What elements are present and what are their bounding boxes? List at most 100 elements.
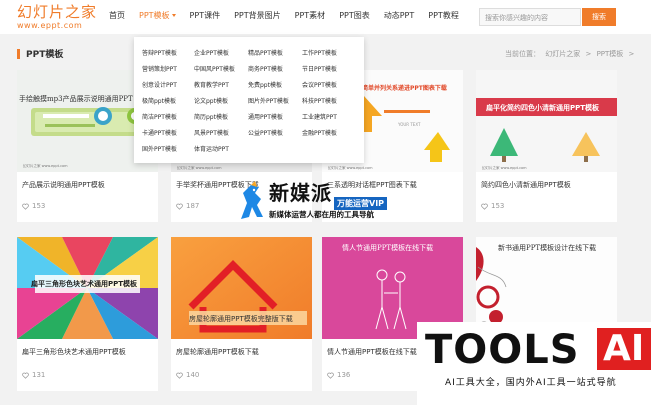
template-card[interactable]: 幻灯片之家 www.eppt.com 扁平化简约四色小清新通用PPT模板 简约四… [476, 70, 617, 222]
dropdown-item[interactable]: 企业PPT模板 [194, 48, 229, 57]
nav-ppt-templates[interactable]: PPT模板 [139, 10, 176, 21]
dropdown-item[interactable]: 中国风PPT模板 [194, 64, 235, 73]
breadcrumb: 当前位置： 幻灯片之家 > PPT模板 > [505, 49, 637, 59]
section-title: PPT模板 [17, 47, 63, 60]
card-likes: 136 [327, 371, 350, 379]
svg-text:幻灯片之家 www.eppt.com: 幻灯片之家 www.eppt.com [482, 165, 527, 170]
dropdown-item[interactable]: 创意设计PPT [142, 80, 177, 89]
card-likes: 153 [22, 202, 45, 210]
dropdown-item[interactable]: 营销策划PPT [142, 64, 177, 73]
nav-ppt-materials[interactable]: PPT素材 [295, 10, 326, 21]
dropdown-item[interactable]: 节日PPT模板 [302, 64, 337, 73]
thumb-text: 房屋轮廓通用PPT模板完整版下载 [189, 315, 293, 323]
breadcrumb-sep: > [585, 50, 592, 58]
likes-count: 153 [32, 202, 46, 210]
card-title[interactable]: 情人节通用PPT模板在线下载 [327, 347, 417, 357]
ppt-templates-dropdown: 答辩PPT模板 营销策划PPT 创意设计PPT 极简ppt模板 简洁PPT模板 … [134, 37, 364, 163]
breadcrumb-prefix: 当前位置： [505, 50, 540, 58]
heart-icon [481, 203, 488, 210]
thumb-text: 扁平化简约四色小清新通用PPT模板 [486, 104, 600, 112]
nav-ppt-backgrounds[interactable]: PPT背景图片 [234, 10, 281, 21]
dropdown-item[interactable]: 风景PPT模板 [194, 128, 229, 137]
dropdown-item[interactable]: 教育教学PPT [194, 80, 229, 89]
card-likes: 140 [176, 371, 199, 379]
horse-logo-icon [241, 181, 263, 219]
dropdown-item[interactable]: 工业建筑PPT [302, 112, 337, 121]
title-accent-bar [17, 48, 20, 59]
dropdown-item[interactable]: 通用PPT模板 [248, 112, 283, 121]
dropdown-item[interactable]: 会议PPT模板 [302, 80, 337, 89]
logo-url: www.eppt.com [17, 21, 83, 30]
card-title[interactable]: 产品展示说明通用PPT模板 [22, 180, 105, 190]
site-logo[interactable]: 幻灯片之家 www.eppt.com [17, 3, 97, 30]
likes-count: 131 [32, 371, 46, 379]
nav-ppt-courseware[interactable]: PPT课件 [190, 10, 221, 21]
thumb-text: 情人节通用PPT模板在线下载 [342, 244, 434, 252]
likes-count: 136 [337, 371, 351, 379]
template-card[interactable]: 扁平三角形色块艺术通用PPT模板 扁平三角形色块艺术通用PPT模板 131 [17, 237, 158, 391]
dropdown-item[interactable]: 答辩PPT模板 [142, 48, 177, 57]
breadcrumb-current[interactable]: PPT模板 [597, 50, 624, 58]
nav-ppt-tutorials[interactable]: PPT教程 [428, 10, 459, 21]
caret-down-icon [171, 14, 176, 17]
tools-ai-watermark: TOOLS AI AI工具大全，国内外AI工具一站式导航 [417, 322, 651, 405]
dropdown-item[interactable]: 免费ppt模板 [248, 80, 282, 89]
dropdown-item[interactable]: 图片外PPT模板 [248, 96, 289, 105]
card-likes: 131 [22, 371, 45, 379]
tools-word: TOOLS [425, 327, 580, 373]
thumb-text: 扁平三角形色块艺术通用PPT模板 [31, 280, 138, 288]
heart-icon [22, 372, 29, 379]
thumb-text: 手绘触摸mp3产品展示说明通用PPT [19, 95, 133, 103]
dropdown-item[interactable]: 国外PPT模板 [142, 144, 177, 153]
template-card[interactable]: 房屋轮廓通用PPT模板完整版下载 房屋轮廓通用PPT模板下载 140 [171, 237, 312, 391]
xinmeipai-subtitle: 新媒体运营人都在用的工具导航 [269, 210, 374, 219]
breadcrumb-home[interactable]: 幻灯片之家 [545, 50, 580, 58]
dropdown-item[interactable]: 金融PPT模板 [302, 128, 337, 137]
dropdown-item[interactable]: 极简ppt模板 [142, 96, 176, 105]
nav-ppt-charts[interactable]: PPT图表 [339, 10, 370, 21]
dropdown-item[interactable]: 商务PPT模板 [248, 64, 283, 73]
card-title[interactable]: 扁平三角形色块艺术通用PPT模板 [22, 347, 126, 357]
likes-count: 140 [186, 371, 200, 379]
section-title-text: PPT模板 [26, 50, 64, 60]
dropdown-item[interactable]: 精品PPT模板 [248, 48, 283, 57]
search-input[interactable]: 搜索你感兴趣的内容 [479, 8, 581, 26]
dropdown-item[interactable]: 论文ppt模板 [194, 96, 228, 105]
xinmeipai-watermark: 新媒派 万能运营VIP 新媒体运营人都在用的工具导航 [237, 177, 417, 225]
svg-text:幻灯片之家 www.eppt.com: 幻灯片之家 www.eppt.com [23, 163, 68, 168]
svg-text:幻灯片之家 www.eppt.com: 幻灯片之家 www.eppt.com [328, 165, 373, 170]
heart-icon [176, 372, 183, 379]
breadcrumb-sep-end: > [628, 50, 635, 58]
card-likes: 153 [481, 202, 504, 210]
nav-animated-ppt[interactable]: 动态PPT [384, 10, 415, 21]
nav-home[interactable]: 首页 [109, 10, 125, 21]
xinmeipai-name: 新媒派 [269, 181, 332, 205]
dropdown-item[interactable]: 科技PPT模板 [302, 96, 337, 105]
dropdown-item[interactable]: 简历ppt模板 [194, 112, 228, 121]
svg-text:YOUR TEXT: YOUR TEXT [397, 122, 421, 127]
main-nav: 首页 PPT模板 PPT课件 PPT背景图片 PPT素材 PPT图表 动态PPT… [109, 10, 473, 21]
thumb-text: 新书通用PPT模板设计在线下载 [498, 244, 597, 252]
likes-count: 153 [491, 202, 505, 210]
card-thumbnail[interactable]: 房屋轮廓通用PPT模板完整版下载 [171, 237, 312, 339]
heart-icon [327, 372, 334, 379]
likes-count: 187 [186, 202, 200, 210]
tools-subtitle: AI工具大全，国内外AI工具一站式导航 [445, 378, 617, 388]
tools-ai-badge: AI [597, 328, 651, 370]
dropdown-item[interactable]: 体育运动PPT [194, 144, 229, 153]
heart-icon [176, 203, 183, 210]
card-title[interactable]: 简约四色小清新通用PPT模板 [481, 180, 571, 190]
thumb-text: 彩色简单并列关系递进PPT图表下载 [350, 85, 447, 92]
heart-icon [22, 203, 29, 210]
dropdown-item[interactable]: 公益PPT模板 [248, 128, 283, 137]
dropdown-item[interactable]: 工作PPT模板 [302, 48, 337, 57]
card-likes: 187 [176, 202, 199, 210]
search-button[interactable]: 搜索 [582, 8, 616, 26]
dropdown-item[interactable]: 卡通PPT模板 [142, 128, 177, 137]
card-thumbnail[interactable]: 幻灯片之家 www.eppt.com 扁平化简约四色小清新通用PPT模板 [476, 70, 617, 172]
dropdown-item[interactable]: 简洁PPT模板 [142, 112, 177, 121]
card-title[interactable]: 房屋轮廓通用PPT模板下载 [176, 347, 259, 357]
top-header: 幻灯片之家 www.eppt.com 首页 PPT模板 PPT课件 PPT背景图… [0, 0, 651, 34]
card-thumbnail[interactable]: 扁平三角形色块艺术通用PPT模板 [17, 237, 158, 339]
logo-title: 幻灯片之家 [17, 3, 98, 21]
